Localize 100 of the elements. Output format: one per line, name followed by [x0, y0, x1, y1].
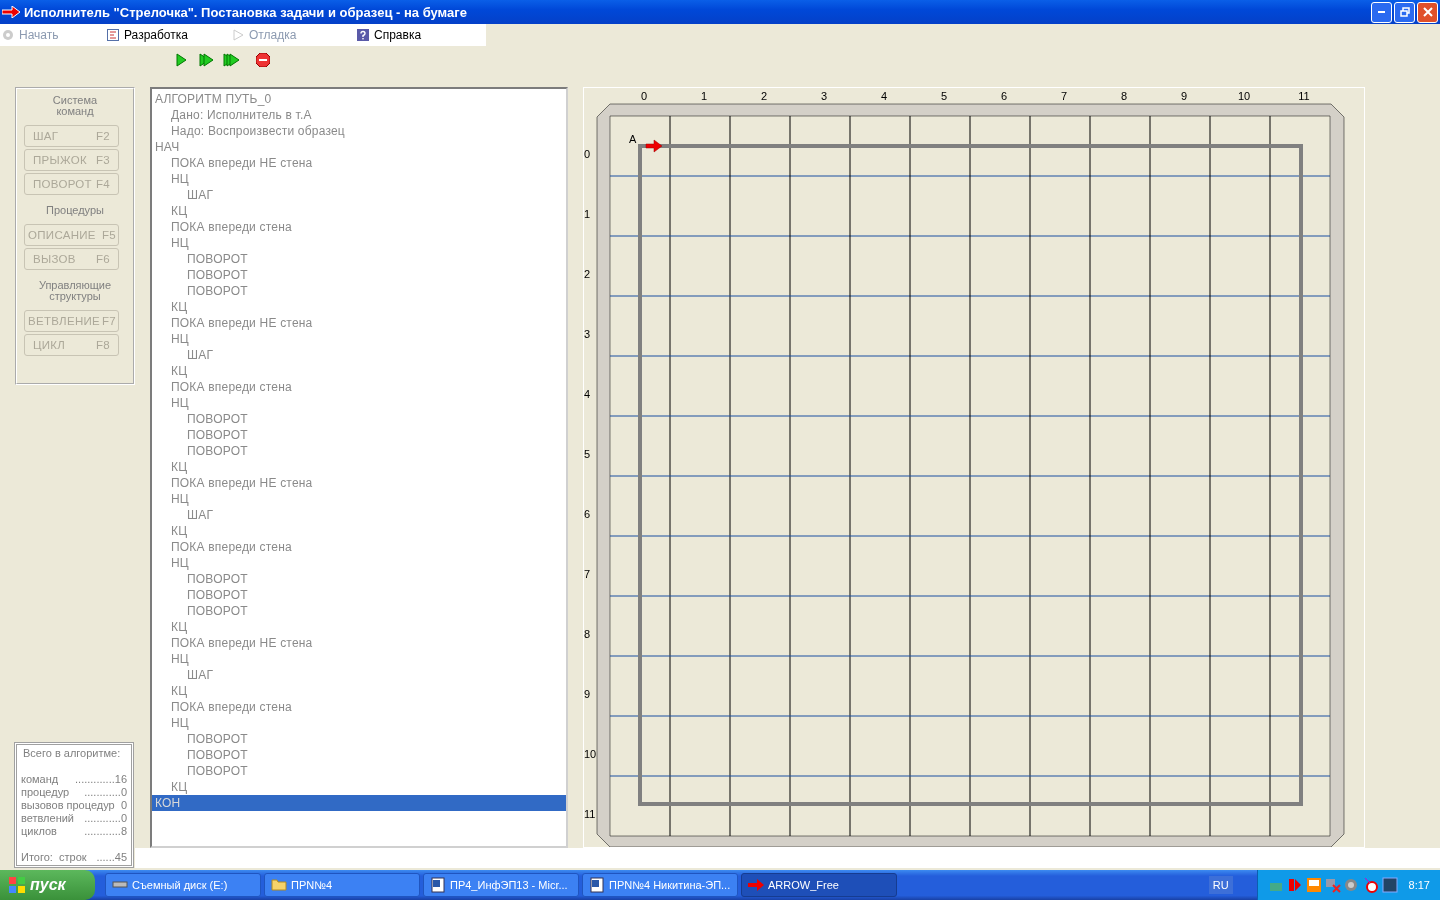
- column-label: 3: [820, 90, 828, 102]
- code-line[interactable]: ПОВОРОТ: [152, 747, 566, 763]
- help-icon: [357, 29, 369, 41]
- code-line[interactable]: ПОКА впереди стена: [152, 379, 566, 395]
- row-label: 7: [584, 568, 591, 580]
- play-icon: [175, 53, 188, 67]
- code-line[interactable]: ШАГ: [152, 187, 566, 203]
- document-icon: [589, 877, 605, 893]
- code-line[interactable]: КЦ: [152, 363, 566, 379]
- stat-value: ............0: [84, 812, 127, 825]
- code-line[interactable]: ПОВОРОТ: [152, 267, 566, 283]
- code-line[interactable]: КЦ: [152, 299, 566, 315]
- code-line[interactable]: НЦ: [152, 395, 566, 411]
- tray-icon[interactable]: [1362, 877, 1379, 893]
- restore-button[interactable]: [1394, 1, 1415, 23]
- debug-icon: [232, 29, 244, 41]
- code-line[interactable]: ПОКА впереди НЕ стена: [152, 315, 566, 331]
- code-line[interactable]: ПОКА впереди стена: [152, 539, 566, 555]
- minimize-icon: [1378, 11, 1385, 13]
- taskbar-button[interactable]: Съемный диск (E:): [105, 873, 261, 897]
- language-indicator[interactable]: RU: [1208, 876, 1233, 894]
- code-line[interactable]: ПОВОРОТ: [152, 443, 566, 459]
- close-button[interactable]: [1417, 1, 1438, 23]
- taskbar-button[interactable]: ПР4_ИнфЭП13 - Micr...: [423, 873, 579, 897]
- column-label: 7: [1060, 90, 1068, 102]
- code-line[interactable]: ПОВОРОТ: [152, 283, 566, 299]
- code-line[interactable]: ПОВОРОТ: [152, 731, 566, 747]
- develop-icon: [107, 29, 119, 41]
- stat-value: .............16: [75, 773, 127, 786]
- code-line[interactable]: ПОВОРОТ: [152, 427, 566, 443]
- code-line[interactable]: ШАГ: [152, 347, 566, 363]
- minimize-button[interactable]: [1371, 1, 1392, 23]
- clock[interactable]: 8:17: [1408, 879, 1430, 891]
- row-label: 3: [584, 328, 591, 340]
- document-icon: [430, 877, 446, 893]
- row-label: 10: [584, 748, 597, 760]
- code-line[interactable]: НЦ: [152, 715, 566, 731]
- code-line[interactable]: ПОВОРОТ: [152, 411, 566, 427]
- code-line[interactable]: НЦ: [152, 171, 566, 187]
- section-title: Управляющие структуры: [37, 280, 113, 302]
- column-label: 9: [1180, 90, 1188, 102]
- code-line[interactable]: ПОКА впереди стена: [152, 219, 566, 235]
- code-line[interactable]: ПОВОРОТ: [152, 587, 566, 603]
- code-line[interactable]: ПОВОРОТ: [152, 603, 566, 619]
- code-line[interactable]: ПОВОРОТ: [152, 763, 566, 779]
- code-line[interactable]: НЦ: [152, 651, 566, 667]
- stop-button[interactable]: [254, 52, 271, 68]
- row-label: 8: [584, 628, 591, 640]
- code-line[interactable]: Надо: Воспроизвести образец: [152, 123, 566, 139]
- stat-value: 0: [120, 799, 127, 812]
- code-line[interactable]: НЦ: [152, 331, 566, 347]
- code-line[interactable]: НЦ: [152, 555, 566, 571]
- row-label: 0: [584, 148, 591, 160]
- tray-icon[interactable]: [1305, 877, 1322, 893]
- run-fastest-button[interactable]: [223, 52, 240, 68]
- fast-forward-icon: [223, 53, 240, 67]
- code-line[interactable]: Дано: Исполнитель в т.А: [152, 107, 566, 123]
- code-line[interactable]: ПОКА впереди НЕ стена: [152, 635, 566, 651]
- code-line[interactable]: ПОВОРОТ: [152, 251, 566, 267]
- taskbar-button[interactable]: ПРN№4 Никитина-ЭП...: [582, 873, 738, 897]
- run-fast-button[interactable]: [198, 52, 215, 68]
- code-line[interactable]: КЦ: [152, 459, 566, 475]
- arrow-icon: [645, 139, 663, 153]
- stats-title: Всего в алгоритме:: [22, 747, 122, 759]
- menu-item[interactable]: Справка: [355, 28, 480, 42]
- code-line[interactable]: НЦ: [152, 491, 566, 507]
- start-button[interactable]: пуск: [0, 870, 95, 900]
- code-line[interactable]: КЦ: [152, 619, 566, 635]
- menu-item[interactable]: Разработка: [105, 28, 230, 42]
- stat-value: ............0: [84, 786, 127, 799]
- code-line[interactable]: НАЧ: [152, 139, 566, 155]
- code-line[interactable]: НЦ: [152, 235, 566, 251]
- stat-value: ............8: [84, 825, 127, 838]
- taskbar-button[interactable]: ARROW_Free: [741, 873, 897, 897]
- start-label: A: [629, 133, 637, 145]
- taskbar-button[interactable]: ПРN№4: [264, 873, 420, 897]
- stat-value: ......45: [96, 851, 127, 864]
- code-line[interactable]: КЦ: [152, 779, 566, 795]
- row-label: 9: [584, 688, 591, 700]
- code-line[interactable]: ПОВОРОТ: [152, 571, 566, 587]
- code-line[interactable]: ПОКА впереди НЕ стена: [152, 155, 566, 171]
- fast-forward-icon: [199, 53, 214, 67]
- code-line[interactable]: ШАГ: [152, 667, 566, 683]
- row-label: 2: [584, 268, 591, 280]
- code-line[interactable]: ШАГ: [152, 507, 566, 523]
- restore-icon: [1399, 7, 1410, 17]
- code-line[interactable]: ПОКА впереди НЕ стена: [152, 475, 566, 491]
- column-label: 11: [1298, 90, 1310, 102]
- stat-label: Итого: строк: [21, 851, 87, 864]
- arrow-icon: [748, 877, 764, 893]
- window-title: Исполнитель "Стрелочка". Постановка задачи и образец - на бумаге: [24, 4, 468, 20]
- code-line[interactable]: АЛГОРИТМ ПУТЬ_0: [152, 91, 566, 107]
- stat-label: процедур: [21, 786, 70, 799]
- code-line[interactable]: ПОКА впереди стена: [152, 699, 566, 715]
- row-label: 5: [584, 448, 591, 460]
- code-line[interactable]: КЦ: [152, 203, 566, 219]
- code-line[interactable]: КЦ: [152, 683, 566, 699]
- tray-icon[interactable]: [1381, 877, 1398, 893]
- row-label: 4: [584, 388, 591, 400]
- code-line[interactable]: КЦ: [152, 523, 566, 539]
